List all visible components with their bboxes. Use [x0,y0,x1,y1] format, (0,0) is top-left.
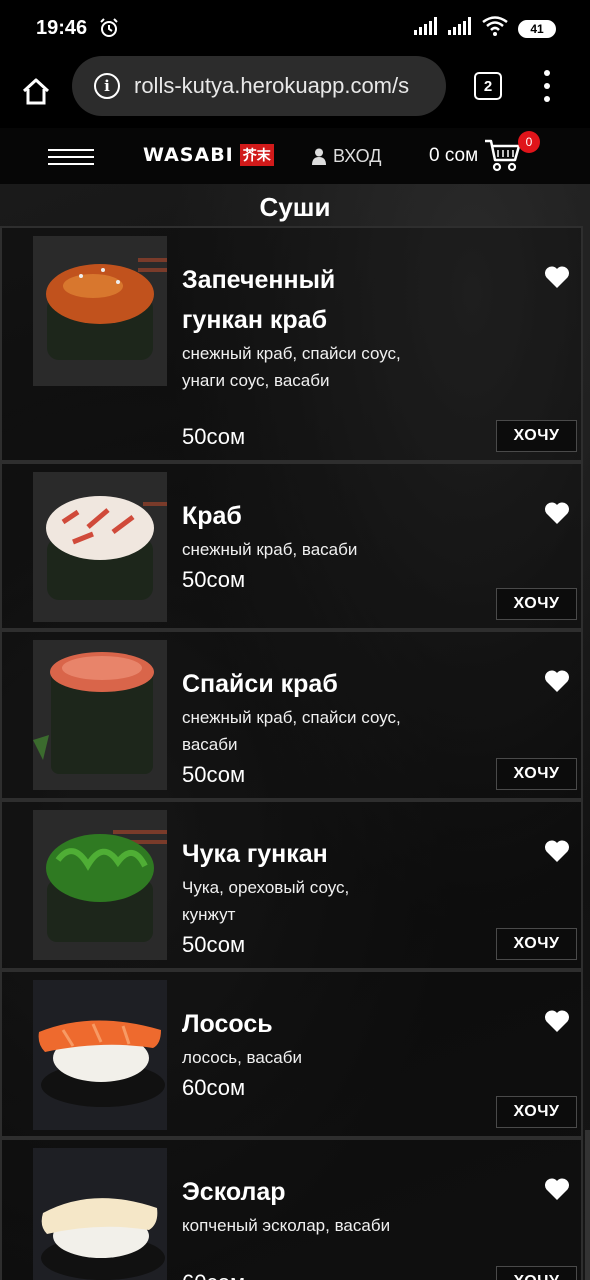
want-button[interactable]: ХОЧУ [496,420,577,452]
heart-icon[interactable] [544,265,570,289]
product-image [33,810,167,960]
battery-level: 41 [530,21,544,36]
want-button[interactable]: ХОЧУ [496,1096,577,1128]
product-desc: снежный краб, спайси соус, васаби [182,708,401,754]
section-title: Суши [259,192,331,222]
battery-icon: 41 [518,19,556,38]
heart-icon[interactable] [544,669,570,693]
logo-text: WASABI [143,144,234,166]
product-price: 60сом [182,1270,245,1280]
product-price: 50сом [182,567,246,592]
product-desc: Чука, ореховый соус, кунжут [182,878,350,924]
tabs-button[interactable]: 2 [474,72,502,100]
product-card: Запеченный гункан краб снежный краб, спа… [0,226,583,462]
tab-count: 2 [483,77,493,95]
product-name: Лосось [182,1010,273,1038]
cart-icon[interactable] [484,138,522,177]
scrollbar[interactable] [585,1130,590,1280]
wifi-icon [482,16,508,41]
product-desc: копченый эсколар, васаби [182,1216,391,1235]
alarm-icon [99,18,119,38]
product-price: 50сом [182,762,246,787]
signal-icon-2 [448,17,472,40]
want-button[interactable]: ХОЧУ [496,1266,577,1280]
product-name: Краб [182,502,242,530]
cart-count-badge: 0 [518,131,540,153]
logo-badge: 芥末 [239,144,274,166]
product-price: 50сом [182,424,246,449]
site-header: WASABI 芥末 ВХОД 0 сом [0,128,590,184]
home-button[interactable] [16,72,56,112]
product-name: Спайси краб [182,670,338,698]
product-image [33,640,167,790]
info-icon[interactable]: i [94,73,120,99]
heart-icon[interactable] [544,1009,570,1033]
product-price: 60сом [182,1075,246,1100]
product-image [33,236,167,386]
burger-menu-icon[interactable] [48,149,94,165]
heart-icon[interactable] [544,501,570,525]
want-button[interactable]: ХОЧУ [496,928,577,960]
heart-icon[interactable] [544,839,570,863]
product-card: Лосось лосось, васаби 60сом ХОЧУ [0,970,583,1138]
home-icon [22,78,50,105]
login-label: ВХОД [333,146,382,166]
product-name: Эсколар [182,1178,286,1206]
logo[interactable]: WASABI 芥末 [143,144,274,166]
product-desc: снежный краб, спайси соус, унаги соус, в… [182,344,401,390]
main-content: Суши Запеченный гункан краб снежный краб… [0,184,590,1280]
status-icons: 41 [414,16,556,41]
cart-sum[interactable]: 0 сом [429,145,478,167]
address-bar[interactable]: i rolls-kutya.herokuapp.com/s [72,56,446,116]
signal-icon [414,17,438,40]
product-image [33,1148,167,1280]
product-card: Чука гункан Чука, ореховый соус, кунжут … [0,800,583,970]
login-link[interactable]: ВХОД [312,146,381,167]
product-desc: снежный краб, васаби [182,540,358,559]
product-card: Спайси краб снежный краб, спайси соус, в… [0,630,583,800]
more-vert-icon[interactable] [537,70,557,102]
browser-toolbar: i rolls-kutya.herokuapp.com/s 2 [0,56,590,128]
url-text[interactable]: rolls-kutya.herokuapp.com/s [134,73,409,99]
product-name: Запеченный гункан краб [182,266,336,334]
product-desc: лосось, васаби [182,1048,302,1067]
want-button[interactable]: ХОЧУ [496,588,577,620]
product-card: Краб снежный краб, васаби 50сом ХОЧУ [0,462,583,630]
heart-icon[interactable] [544,1177,570,1201]
status-time: 19:46 [36,16,88,39]
product-image [33,472,167,622]
product-name: Чука гункан [182,840,328,868]
product-card: Эсколар копченый эсколар, васаби 60сом Х… [0,1138,583,1280]
product-price: 50сом [182,932,246,957]
status-bar: 19:46 41 [0,0,590,56]
product-image [33,980,167,1130]
want-button[interactable]: ХОЧУ [496,758,577,790]
user-icon [312,148,326,165]
